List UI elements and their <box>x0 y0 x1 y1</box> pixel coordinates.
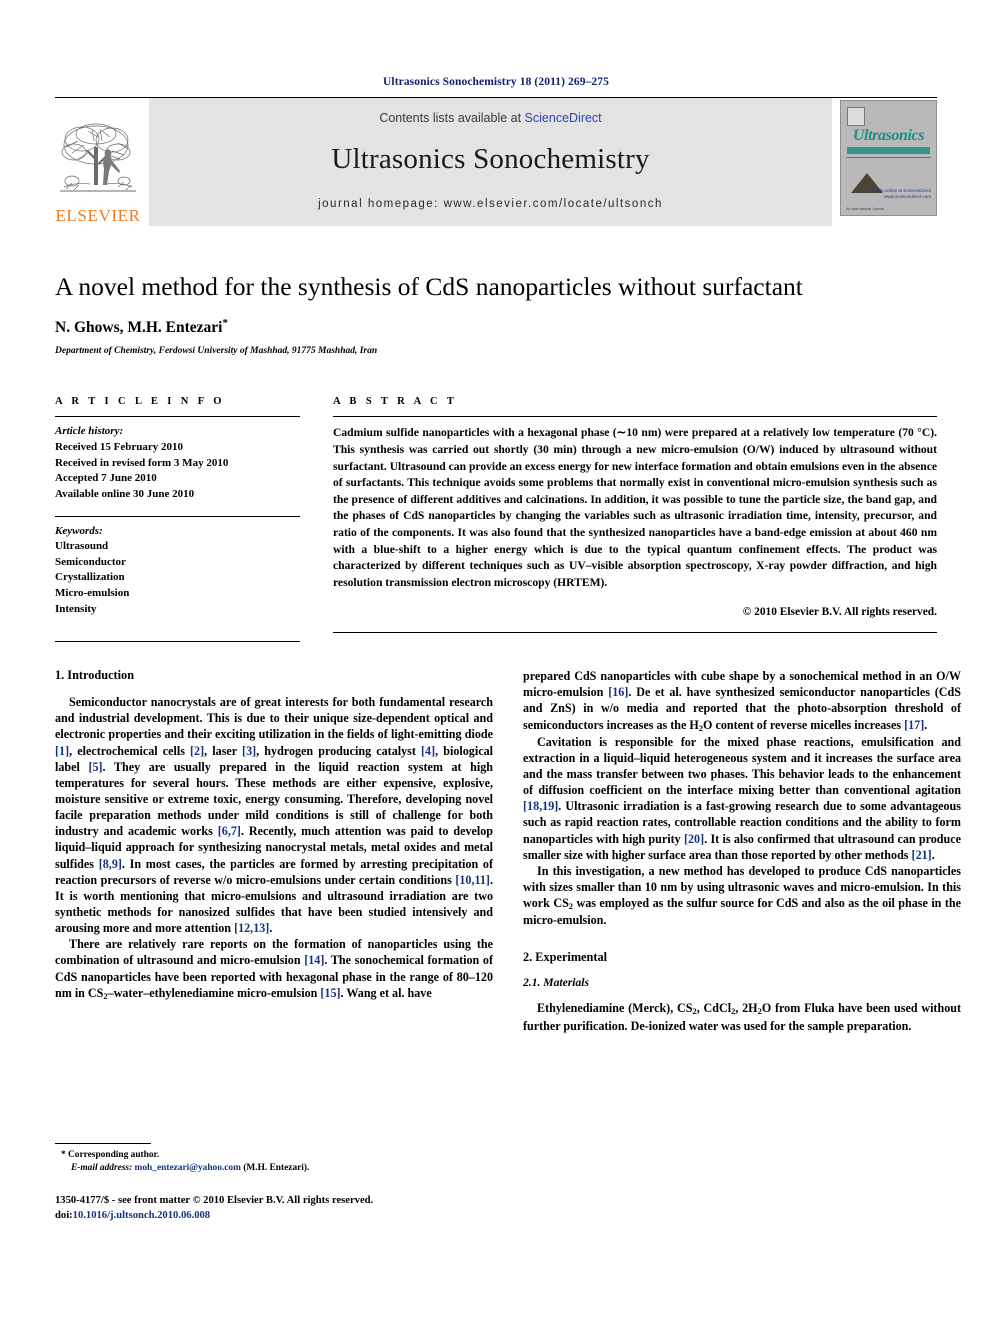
keywords-label: Keywords: <box>55 524 103 537</box>
keywords-block: Keywords: Ultrasound Semiconductor Cryst… <box>55 524 300 618</box>
article-info-rule <box>55 416 300 418</box>
running-head: Ultrasonics Sonochemistry 18 (2011) 269–… <box>383 76 609 88</box>
elsevier-logo: ELSEVIER <box>55 98 141 226</box>
imprint-block: 1350-4177/$ - see front matter © 2010 El… <box>55 1193 493 1223</box>
history-revised: Received in revised form 3 May 2010 <box>55 456 229 469</box>
title-block: A novel method for the synthesis of CdS … <box>55 272 937 356</box>
section-heading-experimental: 2. Experimental <box>523 950 608 965</box>
abstract-heading: A B S T R A C T <box>333 396 458 408</box>
history-received: Received 15 February 2010 <box>55 441 183 454</box>
keywords-rule <box>55 515 300 517</box>
footnote-area: * Corresponding author. E-mail address: … <box>55 1142 493 1223</box>
abstract-column: A B S T R A C T Cadmium sulfide nanopart… <box>333 396 937 642</box>
article-history-label: Article history: <box>55 425 124 438</box>
keyword-item: Crystallization <box>55 571 125 584</box>
doi-label: doi: <box>55 1210 73 1222</box>
email-suffix: (M.H. Entezari). <box>243 1163 310 1174</box>
paragraph-materials: Ethylenediamine (Merck), CS2, CdCl2, 2H2… <box>523 1001 961 1033</box>
contents-prefix: Contents lists available at <box>379 111 525 125</box>
journal-cover-thumbnail: Ultrasonics Available online at ScienceD… <box>840 100 937 216</box>
journal-homepage-link[interactable]: journal homepage: www.elsevier.com/locat… <box>318 198 663 210</box>
elsevier-tree-icon <box>60 123 136 192</box>
article-history-block: Article history: Received 15 February 20… <box>55 424 300 502</box>
cover-rule <box>846 157 931 158</box>
body-columns: 1. Introduction Semiconductor nanocrysta… <box>55 668 961 1223</box>
cover-subtitle-bar <box>847 147 930 154</box>
footnote-corresponding-text: Corresponding author. <box>68 1149 160 1160</box>
sciencedirect-link[interactable]: ScienceDirect <box>525 111 602 125</box>
paragraph-right-2: Cavitation is responsible for the mixed … <box>523 734 961 862</box>
author-list: N. Ghows, M.H. Entezari* <box>55 317 937 337</box>
cover-bottom-note: An International Journal <box>846 207 884 211</box>
history-online: Available online 30 June 2010 <box>55 487 195 500</box>
keyword-item: Intensity <box>55 602 97 615</box>
abstract-copyright: © 2010 Elsevier B.V. All rights reserved… <box>742 606 937 619</box>
paragraph-intro-1: Semiconductor nanocrystals are of great … <box>55 695 494 936</box>
abstract-rule <box>333 416 937 418</box>
body-column-right: prepared CdS nanoparticles with cube sha… <box>523 668 961 1223</box>
journal-title: Ultrasonics Sonochemistry <box>331 143 650 175</box>
history-accepted: Accepted 7 June 2010 <box>55 472 157 485</box>
info-abstract-region: A R T I C L E I N F O Article history: R… <box>55 396 937 643</box>
footnote-star-icon: * <box>61 1149 66 1160</box>
doi-line: doi:10.1016/j.ultsonch.2010.06.008 <box>55 1208 493 1223</box>
issn-line: 1350-4177/$ - see front matter © 2010 El… <box>55 1195 374 1207</box>
section-heading-introduction: 1. Introduction <box>55 668 135 683</box>
email-label: E-mail address: <box>71 1163 133 1174</box>
footnote-corresponding-author: * Corresponding author. <box>55 1149 493 1163</box>
paper-page: Ultrasonics Sonochemistry 18 (2011) 269–… <box>0 0 992 1323</box>
abstract-bottom-rule <box>333 632 937 634</box>
paragraph-intro-2: There are relatively rare reports on the… <box>55 937 493 1001</box>
keyword-item: Ultrasound <box>55 540 109 553</box>
paragraph-right-3: In this investigation, a new method has … <box>523 863 961 928</box>
contents-available-line: Contents lists available at ScienceDirec… <box>379 111 601 125</box>
elsevier-wordmark: ELSEVIER <box>55 206 141 225</box>
abstract-text: Cadmium sulfide nanoparticles with a hex… <box>333 426 937 589</box>
subsection-heading-materials: 2.1. Materials <box>523 976 590 990</box>
cover-sciencedirect-note: Available online at ScienceDirect www.sc… <box>865 187 931 200</box>
email-link[interactable]: moh_entezari@yahoo.com <box>135 1163 241 1173</box>
footnote-rule <box>55 1142 151 1144</box>
body-column-left: 1. Introduction Semiconductor nanocrysta… <box>55 668 493 1223</box>
footnote-email-line: E-mail address: moh_entezari@yahoo.com (… <box>55 1162 493 1176</box>
cover-publisher-mark-icon <box>847 107 865 126</box>
article-info-heading: A R T I C L E I N F O <box>55 396 225 408</box>
keyword-item: Semiconductor <box>55 555 126 568</box>
corresponding-author-marker: * <box>222 317 228 330</box>
doi-link[interactable]: 10.1016/j.ultsonch.2010.06.008 <box>73 1210 210 1221</box>
affiliation: Department of Chemistry, Ferdowsi Univer… <box>55 346 378 357</box>
paragraph-right-1: prepared CdS nanoparticles with cube sha… <box>523 669 961 733</box>
article-info-column: A R T I C L E I N F O Article history: R… <box>55 396 300 643</box>
article-info-bottom-rule <box>55 641 300 643</box>
keyword-item: Micro-emulsion <box>55 586 130 599</box>
journal-masthead: ELSEVIER Contents lists available at Sci… <box>55 98 937 226</box>
cover-script-title: Ultrasonics <box>852 127 925 144</box>
author-names: N. Ghows, M.H. Entezari <box>55 319 223 337</box>
journal-band: Contents lists available at ScienceDirec… <box>149 98 832 226</box>
paper-title: A novel method for the synthesis of CdS … <box>55 272 803 301</box>
